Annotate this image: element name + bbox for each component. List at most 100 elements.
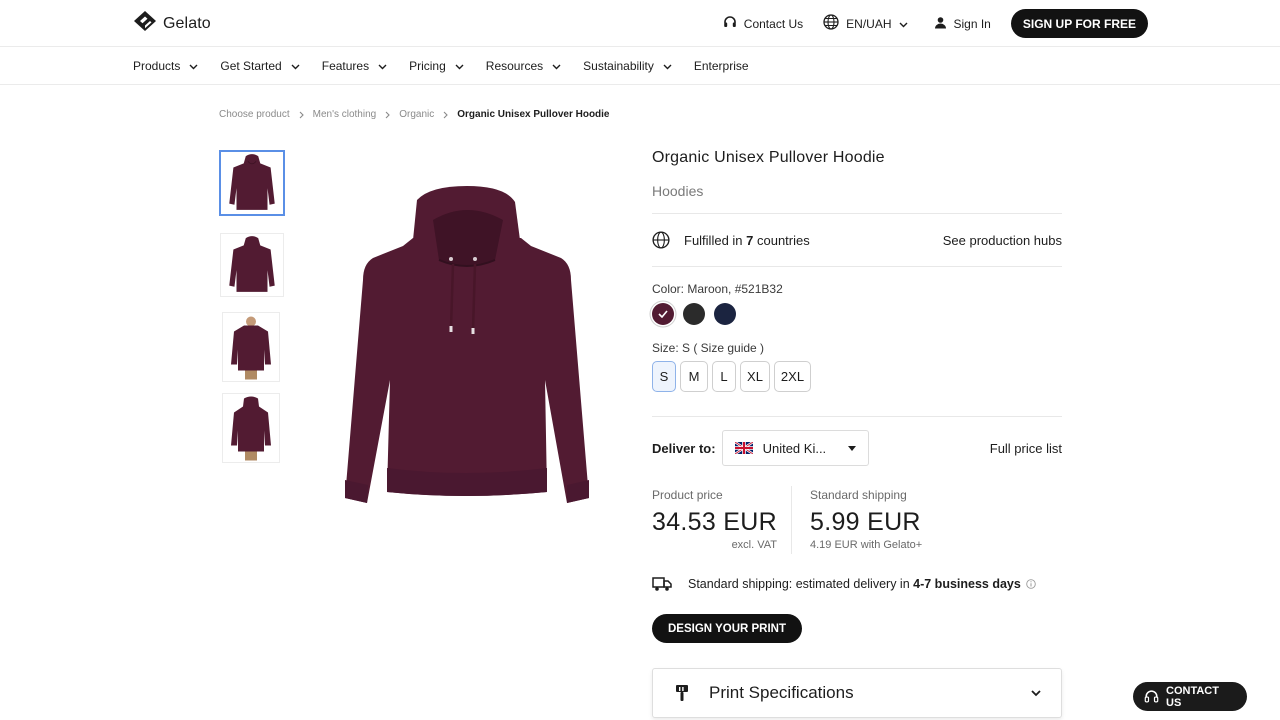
model-back-image — [231, 396, 271, 461]
globe-icon — [652, 231, 670, 249]
chevron-down-icon — [291, 59, 300, 73]
breadcrumb: Choose product Men's clothing Organic Or… — [219, 109, 610, 120]
caret-down-icon — [847, 445, 856, 451]
full-price-list-link[interactable]: Full price list — [990, 441, 1062, 456]
fulfillment-suffix: countries — [753, 232, 810, 248]
fulfillment-prefix: Fulfilled in — [684, 232, 747, 248]
price-divider — [791, 486, 792, 554]
gelato-logo-icon — [133, 10, 157, 37]
top-header: Gelato Contact Us EN/UAH Sign In SIGN UP… — [0, 0, 1280, 47]
color-swatches — [652, 303, 736, 325]
chevron-right-icon — [385, 111, 390, 119]
nav-label: Sustainability — [583, 59, 654, 73]
shipping-estimate-prefix: Standard shipping: estimated delivery in — [688, 577, 914, 591]
contact-us-label: Contact Us — [743, 16, 804, 31]
nav-item-resources[interactable]: Resources — [486, 59, 561, 73]
contact-us-link[interactable]: Contact Us — [723, 15, 803, 32]
shipping-price-value: 5.99 EUR — [810, 508, 921, 536]
nav-label: Features — [321, 59, 370, 73]
hoodie-front-image — [229, 154, 275, 210]
country-select[interactable]: United Ki... — [721, 430, 869, 466]
nav-label: Pricing — [409, 59, 446, 73]
product-price-block: Product price 34.53 EUR excl. VAT — [652, 488, 777, 551]
chevron-down-icon — [663, 59, 672, 73]
shipping-estimate-text: Standard shipping: estimated delivery in… — [688, 577, 1021, 591]
color-swatch-navy[interactable] — [714, 303, 736, 325]
color-label: Color: Maroon, #521B32 — [652, 282, 783, 296]
paintbrush-icon — [675, 684, 689, 702]
nav-item-pricing[interactable]: Pricing — [409, 59, 464, 73]
chevron-down-icon — [378, 59, 387, 73]
thumbnail-model-front[interactable] — [222, 312, 280, 382]
see-production-hubs-link[interactable]: See production hubs — [943, 233, 1062, 248]
user-icon — [934, 16, 947, 32]
globe-icon — [823, 14, 839, 33]
chevron-right-icon — [299, 111, 304, 119]
product-price-label: Product price — [652, 488, 723, 502]
hoodie-main-image — [345, 186, 589, 503]
product-price-value: 34.53 EUR — [652, 508, 777, 536]
shipping-estimate-days: 4-7 business days — [913, 577, 1021, 591]
chevron-right-icon — [443, 111, 449, 119]
breadcrumb-item[interactable]: Organic — [399, 109, 434, 120]
product-category: Hoodies — [652, 183, 704, 199]
language-label: EN/UAH — [846, 16, 892, 31]
model-front-image — [231, 316, 271, 380]
design-your-print-button[interactable]: DESIGN YOUR PRINT — [652, 614, 802, 643]
size-m-button[interactable]: M — [680, 361, 708, 392]
nav-label: Get Started — [220, 59, 282, 73]
chevron-down-icon — [899, 17, 908, 31]
product-title: Organic Unisex Pullover Hoodie — [652, 149, 885, 166]
sign-up-button[interactable]: SIGN UP FOR FREE — [1010, 9, 1148, 38]
headset-icon — [723, 15, 737, 32]
logo-text: Gelato — [163, 14, 211, 32]
divider — [652, 213, 1062, 214]
thumbnail-front[interactable] — [219, 150, 285, 216]
shipping-price-note: 4.19 EUR with Gelato+ — [810, 539, 923, 551]
nav-item-sustainability[interactable]: Sustainability — [583, 59, 672, 73]
country-value: United Ki... — [762, 440, 827, 456]
main-product-image — [335, 180, 600, 515]
chevron-down-icon — [455, 59, 464, 73]
chevron-down-icon — [552, 59, 561, 73]
truck-icon — [652, 576, 672, 592]
sign-in-label: Sign In — [953, 16, 991, 31]
color-swatch-black[interactable] — [683, 303, 705, 325]
language-selector[interactable]: EN/UAH — [823, 14, 907, 33]
print-specifications-title: Print Specifications — [709, 683, 854, 702]
delivery-row: Deliver to: United Ki... Full price list — [652, 430, 1062, 466]
size-options: S M L XL 2XL — [652, 361, 811, 392]
contact-us-fab-label: CONTACT US — [1166, 684, 1219, 709]
nav-item-products[interactable]: Products — [133, 59, 198, 73]
deliver-to-label: Deliver to: — [652, 440, 716, 456]
shipping-price-label: Standard shipping — [810, 488, 907, 502]
nav-label: Products — [133, 59, 181, 73]
sign-in-link[interactable]: Sign In — [934, 16, 991, 32]
nav-item-get-started[interactable]: Get Started — [220, 59, 300, 73]
breadcrumb-current: Organic Unisex Pullover Hoodie — [457, 109, 610, 120]
product-price-note: excl. VAT — [731, 539, 777, 551]
thumbnail-back[interactable] — [220, 233, 284, 297]
nav-label: Enterprise — [693, 59, 749, 73]
thumbnail-model-back[interactable] — [222, 393, 280, 463]
size-label: Size: S ( Size guide ) — [652, 341, 765, 355]
checkmark-icon — [658, 305, 668, 323]
breadcrumb-item[interactable]: Men's clothing — [313, 109, 377, 120]
contact-us-floating-button[interactable]: CONTACT US — [1133, 682, 1247, 711]
size-l-button[interactable]: L — [712, 361, 736, 392]
size-2xl-button[interactable]: 2XL — [774, 361, 811, 392]
nav-item-features[interactable]: Features — [322, 59, 387, 73]
nav-item-enterprise[interactable]: Enterprise — [694, 59, 749, 73]
gelato-logo[interactable]: Gelato — [133, 10, 211, 37]
nav-label: Resources — [485, 59, 544, 73]
info-icon[interactable] — [1026, 579, 1036, 589]
print-specifications-accordion[interactable]: Print Specifications — [652, 668, 1062, 718]
headset-icon — [1144, 689, 1159, 704]
fulfillment-row: Fulfilled in 7 countries See production … — [652, 231, 1062, 249]
shipping-price-block: Standard shipping 5.99 EUR 4.19 EUR with… — [810, 488, 922, 551]
main-nav: Products Get Started Features Pricing Re… — [0, 47, 1280, 85]
size-s-button[interactable]: S — [652, 361, 676, 392]
size-xl-button[interactable]: XL — [740, 361, 770, 392]
color-swatch-maroon[interactable] — [652, 303, 674, 325]
breadcrumb-item[interactable]: Choose product — [219, 109, 290, 120]
